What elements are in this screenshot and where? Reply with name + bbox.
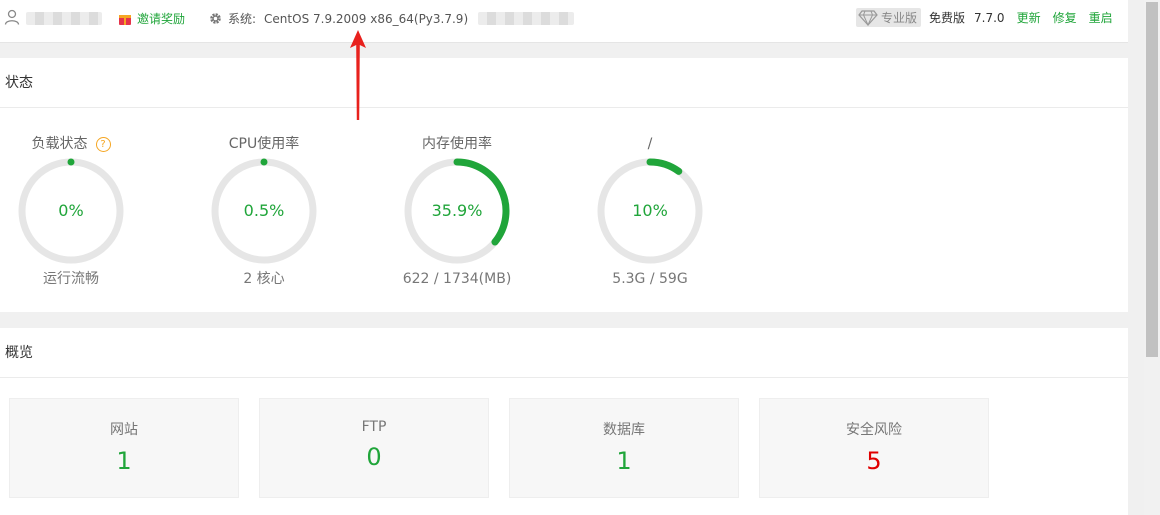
- status-title: 状态: [0, 58, 1128, 108]
- card-value: 1: [116, 447, 132, 475]
- gauge-load-value: 0%: [58, 201, 84, 220]
- gauge-cpu-value: 0.5%: [243, 201, 285, 220]
- gauge-cpu-ring[interactable]: 0.5%: [209, 156, 319, 266]
- gear-icon: [210, 13, 221, 24]
- invite-reward-label: 邀请奖励: [137, 12, 186, 26]
- user-icon[interactable]: [4, 9, 20, 25]
- username-redacted: [26, 12, 102, 25]
- status-panel: 状态 负载状态 ? 0% 运行流畅 CPU使用率 0.5% 2 核心 内存使用率…: [0, 58, 1128, 312]
- version-number: 7.7.0: [974, 10, 1005, 25]
- gauge-cpu-title: CPU使用率: [228, 136, 300, 152]
- help-icon[interactable]: ?: [95, 136, 111, 152]
- gauge-load-sub: 运行流畅: [43, 271, 99, 287]
- overview-card-database[interactable]: 数据库 1: [509, 398, 739, 498]
- pro-edition-tag[interactable]: 专业版: [856, 8, 922, 27]
- gauge-disk: / 10% 5.3G / 59G: [580, 132, 720, 290]
- card-label: 安全风险: [846, 422, 902, 438]
- gauge-memory-sub: 622 / 1734(MB): [402, 271, 512, 287]
- diamond-icon: [858, 9, 878, 26]
- card-label: 网站: [110, 422, 138, 438]
- gauge-memory-title: 内存使用率: [422, 136, 492, 152]
- ip-redacted: [478, 12, 574, 25]
- overview-panel: 概览 网站 1 FTP 0 数据库 1 安全风险 5: [0, 328, 1128, 515]
- gauge-disk-ring[interactable]: 10%: [595, 156, 705, 266]
- gauge-memory-value: 35.9%: [431, 201, 483, 220]
- overview-title: 概览: [0, 328, 1128, 378]
- gauge-load-title: 负载状态: [31, 136, 88, 152]
- gauge-disk-sub: 5.3G / 59G: [612, 271, 688, 287]
- system-label: 系统:: [228, 12, 257, 26]
- card-value: 1: [616, 447, 632, 475]
- scrollbar-thumb[interactable]: [1146, 2, 1158, 357]
- card-label: 数据库: [603, 422, 645, 438]
- free-edition-label: 免费版: [929, 11, 966, 25]
- top-bar: 邀请奖励 系统: CentOS 7.9.2009 x86_64(Py3.7.9)…: [0, 0, 1128, 43]
- gauge-memory-ring[interactable]: 35.9%: [402, 156, 512, 266]
- gauge-cpu: CPU使用率 0.5% 2 核心: [194, 132, 334, 290]
- gauge-cpu-sub: 2 核心: [243, 271, 285, 287]
- gift-icon: [119, 15, 131, 25]
- repair-link[interactable]: 修复: [1053, 9, 1077, 26]
- card-value: 5: [866, 447, 882, 475]
- system-info: 系统: CentOS 7.9.2009 x86_64(Py3.7.9): [209, 10, 468, 27]
- gauge-load-ring[interactable]: 0%: [16, 156, 126, 266]
- update-link[interactable]: 更新: [1017, 9, 1041, 26]
- os-info: CentOS 7.9.2009 x86_64(Py3.7.9): [264, 11, 469, 26]
- gauge-disk-title: /: [647, 136, 653, 152]
- overview-card-ftp[interactable]: FTP 0: [259, 398, 489, 498]
- card-value: 0: [366, 443, 382, 471]
- restart-link[interactable]: 重启: [1089, 9, 1113, 26]
- gauge-load: 负载状态 ? 0% 运行流畅: [1, 132, 141, 290]
- overview-card-websites[interactable]: 网站 1: [9, 398, 239, 498]
- overview-card-security-risk[interactable]: 安全风险 5: [759, 398, 989, 498]
- invite-reward-link[interactable]: 邀请奖励: [119, 10, 185, 27]
- page-edge: [1128, 0, 1144, 515]
- arrow-annotation: [350, 30, 366, 120]
- card-label: FTP: [361, 419, 387, 435]
- pro-edition-label: 专业版: [881, 11, 918, 25]
- version-area: 专业版 免费版 7.7.0 更新 修复 重启: [856, 8, 1125, 27]
- gauge-memory: 内存使用率 35.9% 622 / 1734(MB): [387, 132, 527, 290]
- gauge-disk-value: 10%: [632, 201, 668, 220]
